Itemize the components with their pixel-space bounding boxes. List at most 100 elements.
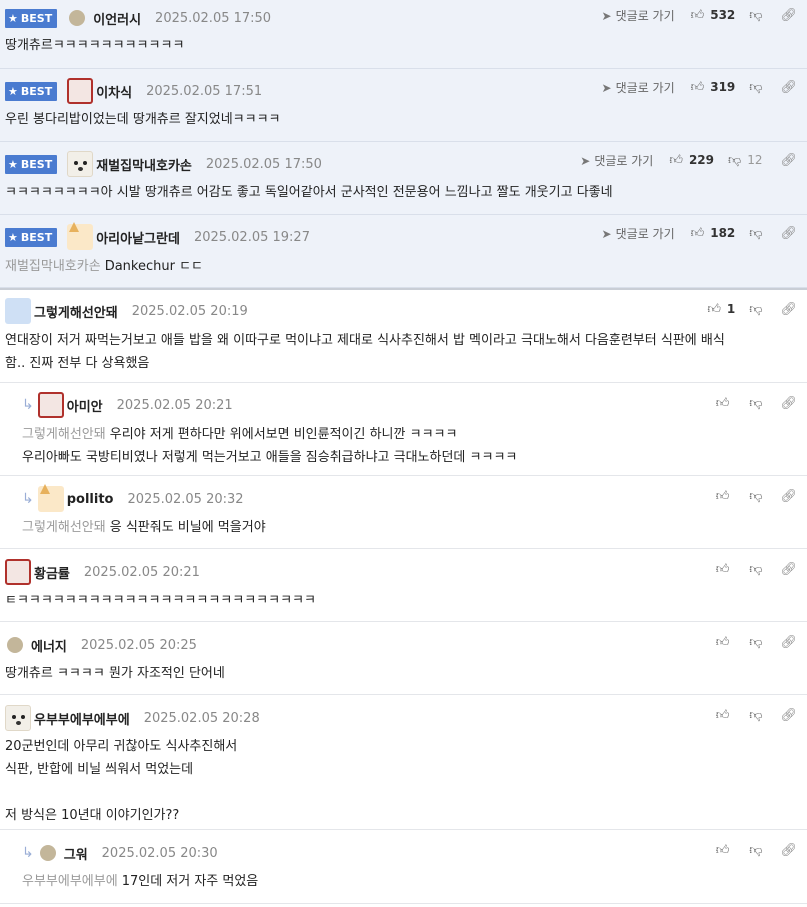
timestamp: 2025.02.05 17:50 — [155, 10, 272, 26]
arrow-icon: ➤ — [601, 80, 612, 95]
timestamp: 2025.02.05 20:21 — [83, 564, 200, 580]
dislike-button[interactable]: 👎︎ — [749, 489, 762, 504]
like-button[interactable]: 👍︎ — [716, 489, 736, 504]
thumbs-down-icon: 👎︎ — [749, 301, 763, 317]
nickname[interactable]: pollito — [67, 492, 114, 507]
reply-comment: ↳ pollito 2025.02.05 20:32 👍︎ 👎︎ 🔗︎ 그렇게해… — [0, 476, 807, 549]
nickname[interactable]: 이차식 — [96, 82, 132, 101]
avatar[interactable] — [67, 151, 94, 177]
mention[interactable]: 재벌집막내호카손 — [5, 259, 101, 274]
thumbs-down-icon: 👎︎ — [749, 634, 763, 650]
dislike-button[interactable]: 👎︎ — [749, 708, 762, 723]
reply-comment: ↳ 그워 2025.02.05 20:30 👍︎ 👎︎ 🔗︎ 우부부에부에부에 1… — [0, 830, 807, 904]
timestamp: 2025.02.05 17:51 — [146, 83, 263, 99]
like-button[interactable]: 👍︎ — [716, 843, 736, 858]
best-comment: ★ BEST 이언러시 2025.02.05 17:50 ➤ 댓글로 가기 👍︎ 53… — [0, 0, 807, 69]
thumbs-down-icon: 👎︎ — [728, 152, 742, 168]
comment-text: ㅋㅋㅋㅋㅋㅋㅋㅋ아 시발 땅개츄르 어감도 좋고 독일어같아서 군사적인 전문용… — [5, 185, 613, 200]
like-button[interactable]: 👍︎ — [716, 562, 736, 577]
avatar[interactable] — [67, 222, 94, 250]
link-icon[interactable]: 🔗︎ — [780, 843, 797, 858]
mention[interactable]: 우부부에부에부에 — [22, 874, 118, 889]
link-icon[interactable]: 🔗︎ — [780, 635, 797, 650]
timestamp: 2025.02.05 20:19 — [131, 303, 248, 319]
thumbs-down-icon: 👎︎ — [749, 842, 763, 858]
avatar[interactable] — [69, 10, 86, 26]
goto-comment-link[interactable]: ➤ 댓글로 가기 — [602, 7, 675, 24]
like-button[interactable]: 👍︎ 319 — [691, 80, 736, 95]
dislike-button[interactable]: 👎︎ — [749, 635, 762, 650]
comment-text: 땅개츄르ㅋㅋㅋㅋㅋㅋㅋㅋㅋㅋㅋ — [5, 38, 185, 53]
mention[interactable]: 그렇게해선안돼 — [22, 520, 106, 535]
comment: 우부부에부에부에 2025.02.05 20:28 👍︎ 👎︎ 🔗︎ 20군번인… — [0, 695, 807, 830]
avatar[interactable] — [5, 559, 31, 585]
comment-text: 우부부에부에부에 17인데 저거 자주 먹었음 — [22, 874, 259, 889]
timestamp: 2025.02.05 20:25 — [80, 637, 197, 653]
link-icon[interactable]: 🔗︎ — [780, 153, 797, 168]
nickname[interactable]: 우부부에부에부에 — [34, 709, 130, 728]
dislike-button[interactable]: 👎︎ — [749, 396, 762, 411]
like-button[interactable]: 👍︎ 532 — [691, 8, 736, 23]
comment-text: 우린 봉다리밥이었는데 땅개츄르 잘지었네ㅋㅋㅋㅋ — [5, 112, 281, 127]
arrow-icon: ➤ — [601, 8, 612, 23]
comment-text: 재벌집막내호카손 Dankechur ㄷㄷ — [5, 259, 203, 274]
arrow-icon: ➤ — [580, 153, 591, 168]
thumbs-up-icon: 👍︎ — [715, 488, 730, 504]
thumbs-up-icon: 👍︎ — [715, 634, 730, 650]
nickname[interactable]: 아미안 — [67, 396, 103, 415]
like-button[interactable]: 👍︎ — [716, 396, 736, 411]
like-button[interactable]: 👍︎ — [716, 708, 736, 723]
like-button[interactable]: 👍︎ — [716, 635, 736, 650]
best-badge: ★ BEST — [5, 227, 58, 247]
dislike-button[interactable]: 👎︎ 12 — [728, 153, 762, 168]
link-icon[interactable]: 🔗︎ — [780, 708, 797, 723]
like-button[interactable]: 👍︎ 182 — [691, 226, 736, 241]
dislike-button[interactable]: 👎︎ — [749, 843, 762, 858]
comment: 그렇게해선안돼 2025.02.05 20:19 👍︎ 1 👎︎ 🔗︎ 연대장이 … — [0, 291, 807, 383]
nickname[interactable]: 황금률 — [34, 563, 70, 582]
nickname[interactable]: 그렇게해선안돼 — [34, 302, 118, 321]
timestamp: 2025.02.05 17:50 — [205, 156, 322, 172]
mention[interactable]: 그렇게해선안돼 — [22, 427, 106, 442]
goto-comment-link[interactable]: ➤ 댓글로 가기 — [602, 79, 675, 96]
timestamp: 2025.02.05 20:28 — [143, 710, 260, 726]
link-icon[interactable]: 🔗︎ — [780, 8, 797, 23]
avatar[interactable] — [67, 78, 94, 104]
nickname[interactable]: 그워 — [64, 844, 88, 863]
comment-text: 땅개츄르 ㅋㅋㅋㅋ 뭔가 자조적인 단어네 — [5, 666, 225, 681]
goto-comment-link[interactable]: ➤ 댓글로 가기 — [602, 225, 675, 242]
divider — [0, 288, 807, 290]
dislike-button[interactable]: 👎︎ — [749, 226, 762, 241]
link-icon[interactable]: 🔗︎ — [780, 302, 797, 317]
dislike-button[interactable]: 👎︎ — [749, 80, 762, 95]
arrow-icon: ➤ — [601, 226, 612, 241]
link-icon[interactable]: 🔗︎ — [780, 562, 797, 577]
goto-comment-link[interactable]: ➤ 댓글로 가기 — [580, 152, 653, 169]
dislike-button[interactable]: 👎︎ — [749, 562, 762, 577]
thumbs-down-icon: 👎︎ — [749, 561, 763, 577]
like-button[interactable]: 👍︎ 229 — [669, 153, 714, 168]
thumbs-down-icon: 👎︎ — [749, 488, 763, 504]
nickname[interactable]: 에너지 — [31, 636, 67, 655]
avatar[interactable] — [7, 637, 23, 653]
link-icon[interactable]: 🔗︎ — [780, 489, 797, 504]
nickname[interactable]: 재벌집막내호카손 — [96, 155, 192, 174]
nickname[interactable]: 이언러시 — [93, 9, 141, 28]
nickname[interactable]: 아리아낱그란데 — [96, 228, 180, 247]
star-icon: ★ — [8, 11, 18, 25]
avatar[interactable] — [5, 705, 31, 731]
like-button[interactable]: 👍︎ 1 — [707, 302, 735, 317]
link-icon[interactable]: 🔗︎ — [780, 396, 797, 411]
link-icon[interactable]: 🔗︎ — [780, 80, 797, 95]
thumbs-up-icon: 👍︎ — [715, 842, 730, 858]
avatar[interactable] — [37, 392, 64, 418]
dislike-button[interactable]: 👎︎ — [749, 8, 762, 23]
link-icon[interactable]: 🔗︎ — [780, 226, 797, 241]
avatar[interactable] — [5, 298, 31, 324]
avatar[interactable] — [37, 484, 64, 512]
dislike-button[interactable]: 👎︎ — [749, 302, 762, 317]
avatar[interactable] — [39, 845, 56, 861]
timestamp: 2025.02.05 20:32 — [127, 491, 244, 507]
comment-text: 연대장이 저거 짜먹는거보고 애들 밥을 왜 이따구로 먹이냐고 제대로 식사추… — [5, 333, 725, 371]
comment-text: 그렇게해선안돼 우리야 저게 편하다만 위에서보면 비인륜적이긴 하니깐 ㅋㅋㅋㅋ… — [22, 427, 518, 465]
